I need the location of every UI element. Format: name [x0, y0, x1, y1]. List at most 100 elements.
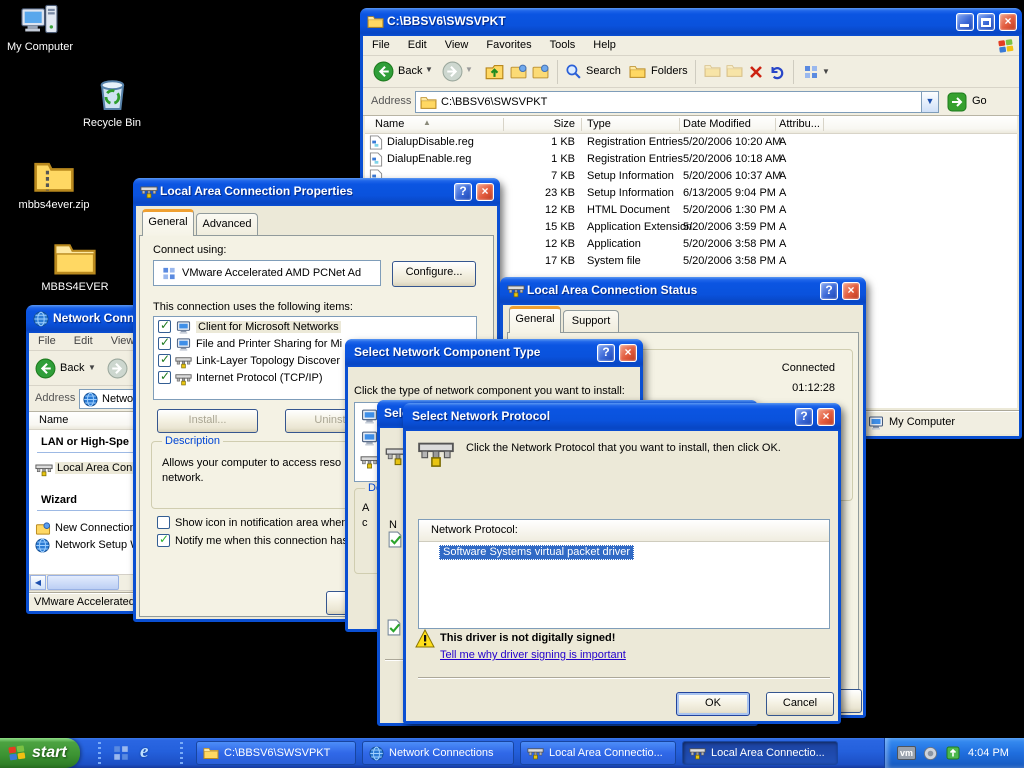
clock[interactable]: 4:04 PM: [968, 747, 1009, 759]
table-row[interactable]: DialupEnable.reg 1 KB Registration Entries…: [365, 151, 1017, 168]
desktop-icon-recycle-bin[interactable]: Recycle Bin: [70, 76, 154, 129]
help-button[interactable]: ?: [795, 408, 813, 426]
close-button[interactable]: ×: [842, 282, 860, 300]
volume-tray-icon[interactable]: [923, 746, 938, 761]
menu-view[interactable]: View: [436, 36, 478, 55]
back-dropdown-icon[interactable]: ▼: [425, 65, 433, 74]
views-icon[interactable]: [803, 64, 819, 80]
explorer-titlebar[interactable]: C:\BBSV6\SWSVPKT ×: [360, 8, 1022, 36]
column-attr[interactable]: Attribu...: [779, 118, 820, 130]
folders-label[interactable]: Folders: [651, 65, 688, 77]
views-dropdown-icon[interactable]: ▼: [822, 67, 830, 76]
column-date[interactable]: Date Modified: [683, 118, 751, 130]
column-name[interactable]: Name: [375, 118, 404, 130]
go-label[interactable]: Go: [972, 95, 987, 107]
network-tray-icon[interactable]: [945, 745, 961, 761]
checkbox-checked[interactable]: ✓: [158, 318, 171, 333]
menu-favorites[interactable]: Favorites: [477, 36, 540, 55]
search-icon[interactable]: [565, 63, 582, 80]
folders-icon[interactable]: [629, 64, 646, 79]
protocol-titlebar[interactable]: Select Network Protocol ? ×: [403, 403, 841, 431]
maximize-button[interactable]: [977, 13, 995, 31]
checkbox-checked[interactable]: ✓: [158, 335, 171, 350]
scroll-left-icon[interactable]: ◀: [30, 575, 46, 590]
desktop-icon-folder[interactable]: MBBS4EVER: [33, 240, 117, 293]
forward-icon[interactable]: [107, 358, 128, 379]
address-input[interactable]: C:\BBSV6\SWSVPKT ▼: [415, 91, 939, 113]
forward-dropdown-icon[interactable]: ▼: [465, 65, 473, 74]
close-button[interactable]: ×: [619, 344, 637, 362]
install-button[interactable]: Install...: [157, 409, 258, 433]
taskbar-button-network-connections[interactable]: Network Connections: [362, 741, 514, 765]
cancel-button[interactable]: Cancel: [766, 692, 834, 716]
menu-tools[interactable]: Tools: [541, 36, 585, 55]
ok-button[interactable]: OK: [676, 692, 750, 716]
copy-to-icon[interactable]: [704, 63, 721, 78]
address-dropdown-icon[interactable]: ▼: [921, 92, 938, 112]
warning-icon: [414, 628, 436, 649]
help-button[interactable]: ?: [820, 282, 838, 300]
menu-file[interactable]: File: [363, 36, 399, 55]
undo-icon[interactable]: [768, 64, 784, 80]
component-titlebar[interactable]: Select Network Component Type ? ×: [345, 339, 643, 367]
back-icon[interactable]: [35, 358, 56, 379]
checkbox-checked[interactable]: ✓: [158, 352, 171, 367]
notify-checkbox[interactable]: ✓: [157, 532, 170, 547]
configure-button[interactable]: Configure...: [392, 261, 476, 287]
back-label[interactable]: Back: [398, 65, 422, 77]
minimize-button[interactable]: [956, 13, 974, 31]
desktop-icon-zip[interactable]: mbbs4ever.zip: [12, 158, 96, 211]
show-icon-checkbox[interactable]: [157, 516, 170, 529]
column-name[interactable]: Name: [39, 414, 68, 426]
tab-advanced[interactable]: Advanced: [196, 213, 258, 236]
checkbox-checked[interactable]: ✓: [158, 369, 171, 384]
help-button[interactable]: ?: [597, 344, 615, 362]
taskbar-button-explorer[interactable]: C:\BBSV6\SWSVPKT: [196, 741, 356, 765]
close-button[interactable]: ×: [817, 408, 835, 426]
desktop-icon-my-computer[interactable]: My Computer: [0, 2, 82, 53]
protocol-listbox[interactable]: Network Protocol: Software Systems virtu…: [418, 519, 830, 629]
toolbar-separator: [695, 60, 696, 84]
help-button[interactable]: ?: [454, 183, 472, 201]
map-drive-icon[interactable]: [510, 63, 527, 80]
taskbar-button-lan-properties[interactable]: Local Area Connectio...: [520, 741, 676, 765]
table-row[interactable]: DialupDisable.reg 1 KB Registration Entrie…: [365, 134, 1017, 151]
properties-titlebar[interactable]: Local Area Connection Properties ? ×: [133, 178, 500, 206]
back-label[interactable]: Back: [60, 362, 84, 374]
back-dropdown-icon[interactable]: ▼: [88, 363, 96, 372]
zip-folder-icon: [33, 158, 75, 194]
driver-signing-link[interactable]: Tell me why driver signing is important: [440, 649, 626, 661]
taskbar-button-lan-status[interactable]: Local Area Connectio...: [682, 741, 838, 765]
menu-help[interactable]: Help: [584, 36, 625, 55]
tab-support[interactable]: Support: [563, 310, 619, 333]
go-icon[interactable]: [947, 92, 967, 112]
disconnect-drive-icon[interactable]: [532, 63, 549, 80]
column-type[interactable]: Type: [587, 118, 611, 130]
search-label[interactable]: Search: [586, 65, 621, 77]
menu-edit[interactable]: Edit: [399, 36, 436, 55]
menu-edit[interactable]: Edit: [65, 333, 102, 350]
tab-general[interactable]: General: [142, 209, 194, 236]
menu-file[interactable]: File: [29, 333, 65, 350]
selected-protocol-item[interactable]: Software Systems virtual packet driver: [439, 545, 635, 560]
close-button[interactable]: ×: [999, 13, 1017, 31]
internet-explorer-icon[interactable]: e: [140, 741, 160, 763]
column-size[interactable]: Size: [505, 118, 575, 130]
listbox-header[interactable]: Network Protocol:: [419, 520, 829, 542]
list-header-partial: N: [389, 519, 397, 531]
component-item[interactable]: ✓ Client for Microsoft Networks: [154, 318, 476, 336]
move-to-icon[interactable]: [726, 63, 743, 78]
vmware-tray-icon[interactable]: vm: [897, 746, 916, 760]
start-button[interactable]: start: [0, 738, 80, 768]
tab-general[interactable]: General: [509, 306, 561, 333]
quick-launch-icon[interactable]: [112, 744, 130, 762]
status-titlebar[interactable]: Local Area Connection Status ? ×: [500, 277, 866, 305]
scrollbar-thumb[interactable]: [47, 575, 119, 590]
window-title: Local Area Connection Properties: [160, 184, 353, 198]
close-button[interactable]: ×: [476, 183, 494, 201]
up-icon[interactable]: [485, 62, 504, 81]
back-icon[interactable]: [373, 61, 394, 82]
forward-icon[interactable]: [442, 61, 463, 82]
sort-ascending-icon: ▲: [423, 118, 431, 127]
delete-icon[interactable]: [748, 64, 764, 80]
